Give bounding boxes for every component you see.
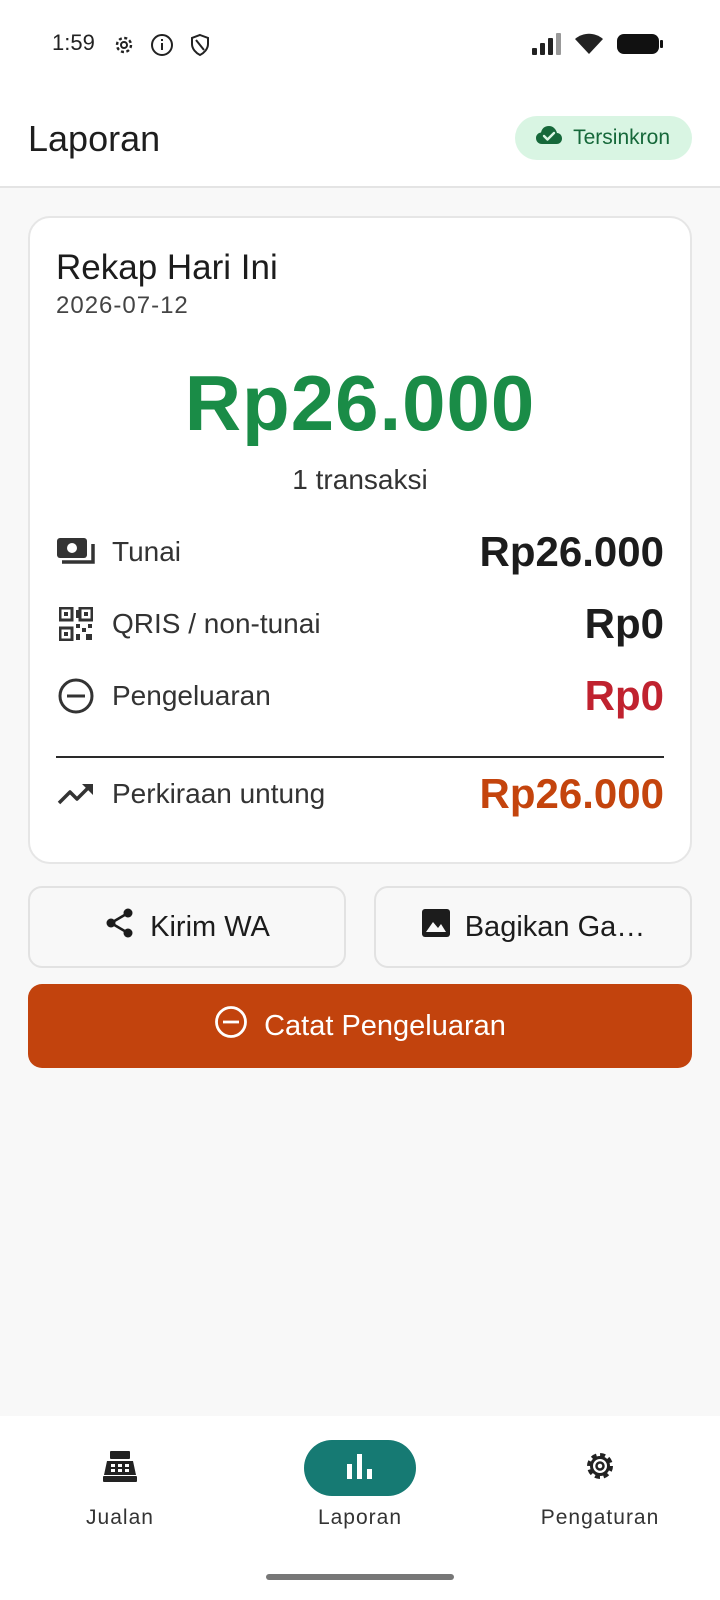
- sync-status-chip[interactable]: Tersinkron: [515, 116, 692, 160]
- send-wa-button[interactable]: Kirim WA: [28, 886, 346, 968]
- divider: [56, 756, 664, 758]
- status-right-group: [530, 32, 664, 61]
- share-image-label: Bagikan Ga…: [464, 910, 646, 943]
- home-indicator[interactable]: [266, 1574, 454, 1580]
- card-date: 2026-07-12: [56, 292, 189, 319]
- minus-circle-icon: [56, 676, 96, 716]
- shield-icon: [188, 33, 212, 62]
- info-icon: [150, 33, 174, 62]
- wifi-icon: [574, 32, 604, 61]
- cash-icon: [56, 532, 96, 572]
- summary-row-qris: QRIS / non-tunai Rp0: [56, 596, 664, 652]
- total-amount: Rp26.000: [184, 359, 536, 447]
- nav-label: Laporan: [317, 1506, 403, 1529]
- nav-item-pengaturan[interactable]: Pengaturan: [500, 1440, 700, 1530]
- nav-pill: [64, 1440, 176, 1496]
- settings-icon: [582, 1448, 618, 1489]
- row-label: Tunai: [112, 536, 182, 567]
- sync-status-label: Tersinkron: [573, 126, 670, 149]
- row-value: Rp0: [584, 672, 664, 719]
- app-bar: Laporan Tersinkron: [0, 92, 720, 188]
- qr-code-icon: [56, 604, 96, 644]
- row-label: QRIS / non-tunai: [112, 608, 321, 639]
- daily-summary-card: Rekap Hari Ini 2026-07-12 Rp26.000 1 tra…: [28, 216, 692, 864]
- row-value: Rp0: [584, 600, 664, 647]
- nav-pill-active: [304, 1440, 416, 1496]
- page-title: Laporan: [28, 118, 161, 159]
- minus-circle-icon: [214, 1005, 248, 1047]
- share-image-button[interactable]: Bagikan Ga…: [374, 886, 692, 968]
- trending-up-icon: [56, 774, 96, 814]
- nav-pill: [544, 1440, 656, 1496]
- row-label: Perkiraan untung: [112, 778, 326, 809]
- summary-row-expense: Pengeluaran Rp0: [56, 668, 664, 724]
- record-expense-label: Catat Pengeluaran: [264, 1009, 506, 1042]
- cloud-check-icon: [535, 124, 563, 152]
- send-wa-label: Kirim WA: [150, 910, 270, 943]
- cash-register-icon: [101, 1449, 139, 1488]
- signal-icon: [530, 32, 562, 61]
- row-value: Rp26.000: [479, 528, 664, 575]
- share-icon: [104, 907, 136, 947]
- row-label: Pengeluaran: [112, 680, 271, 711]
- battery-icon: [616, 32, 664, 61]
- status-bar: 1:59: [0, 0, 720, 92]
- record-expense-button[interactable]: Catat Pengeluaran: [28, 984, 692, 1068]
- nav-item-laporan[interactable]: Laporan: [260, 1440, 460, 1530]
- bottom-navigation: Jualan Laporan Pengaturan: [0, 1416, 720, 1600]
- bar-chart-icon: [345, 1452, 375, 1485]
- nav-label: Jualan: [86, 1506, 154, 1529]
- card-title: Rekap Hari Ini: [56, 248, 278, 287]
- image-icon: [421, 908, 451, 946]
- summary-row-profit: Perkiraan untung Rp26.000: [56, 766, 664, 822]
- row-value: Rp26.000: [479, 770, 664, 817]
- nav-item-jualan[interactable]: Jualan: [20, 1440, 220, 1530]
- transaction-count: 1 transaksi: [292, 464, 428, 495]
- status-time: 1:59: [52, 30, 95, 55]
- nav-label: Pengaturan: [540, 1506, 660, 1529]
- summary-row-cash: Tunai Rp26.000: [56, 524, 664, 580]
- settings-gear-icon: [112, 33, 136, 62]
